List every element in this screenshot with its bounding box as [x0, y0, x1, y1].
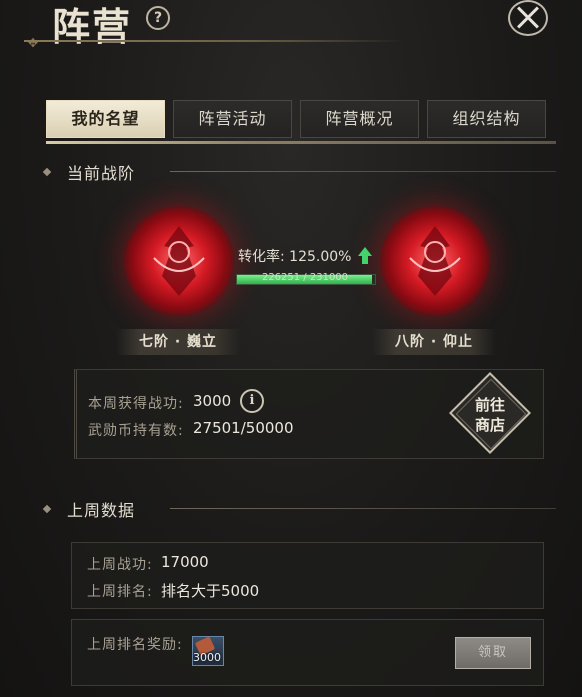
- faction-emblem-icon: [124, 206, 234, 316]
- last-week-rank-value: 排名大于5000: [161, 582, 260, 600]
- shop-button-label[interactable]: 前往 商店: [464, 395, 516, 435]
- claim-button[interactable]: 领取: [455, 637, 531, 669]
- conversion-rate: 转化率: 125.00%: [238, 246, 351, 266]
- close-icon[interactable]: [508, 0, 548, 36]
- header: 阵营 ? ✥: [0, 0, 582, 62]
- weekly-earned-label: 本周获得战功:: [88, 396, 184, 412]
- help-icon[interactable]: ?: [146, 6, 170, 30]
- last-week-rank-label: 上周排名:: [87, 584, 153, 600]
- reward-count: 3000: [193, 651, 221, 664]
- section-title-current-rank: 当前战阶: [67, 164, 136, 183]
- tabs-underline: [46, 141, 556, 144]
- title-divider: [24, 40, 404, 42]
- section-diamond-icon: [42, 167, 52, 177]
- tab-faction-overview[interactable]: 阵营概况: [300, 100, 419, 138]
- faction-emblem-icon: [380, 206, 490, 316]
- coins-value: 27501/50000: [193, 419, 294, 437]
- next-rank-label: 八阶 · 仰止: [372, 329, 496, 355]
- last-week-merit-value: 17000: [161, 553, 209, 571]
- conversion-label: 转化率:: [238, 249, 285, 265]
- tab-my-fame[interactable]: 我的名望: [46, 100, 165, 138]
- shop-button-line2: 商店: [474, 416, 505, 434]
- section-diamond-icon: [42, 504, 52, 514]
- section-title-last-week: 上周数据: [67, 501, 136, 520]
- tab-faction-activities[interactable]: 阵营活动: [173, 100, 292, 138]
- tab-org-structure[interactable]: 组织结构: [427, 100, 546, 138]
- rank-progress-text: 226251 / 231000: [261, 272, 349, 283]
- reward-label: 上周排名奖励:: [87, 637, 183, 653]
- tab-bar: 我的名望 阵营活动 阵营概况 组织结构: [46, 100, 546, 140]
- shop-button-line1: 前往: [474, 396, 505, 414]
- up-arrow-stem: [362, 255, 368, 264]
- ornament-icon: ✥: [28, 36, 39, 50]
- coins-label: 武勋币持有数:: [88, 423, 184, 439]
- last-week-merit-label: 上周战功:: [87, 557, 153, 573]
- weekly-earned-value: 3000: [193, 392, 232, 410]
- info-icon[interactable]: i: [240, 389, 264, 413]
- page-title: 阵营: [52, 4, 133, 49]
- section-divider: [170, 171, 556, 172]
- conversion-value: 125.00%: [289, 249, 352, 265]
- current-rank-label: 七阶 · 巍立: [116, 329, 240, 355]
- section-divider: [170, 508, 556, 509]
